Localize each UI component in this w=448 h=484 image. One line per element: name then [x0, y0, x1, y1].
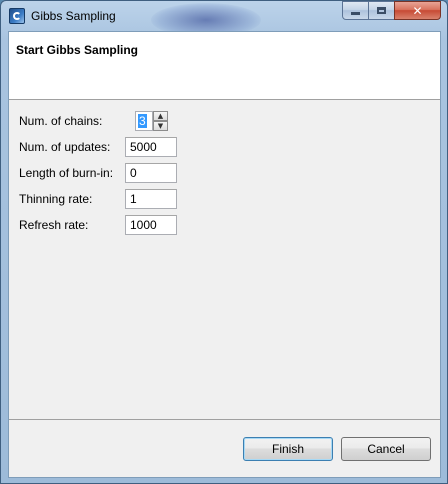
dialog-window: Gibbs Sampling ✕ Start Gibbs Sampling Nu…: [0, 0, 448, 484]
updates-row: Num. of updates: 5000: [19, 137, 189, 157]
spinner-down-button[interactable]: ▼: [153, 121, 168, 131]
thinning-row: Thinning rate: 1: [19, 189, 189, 209]
maximize-icon: [377, 7, 386, 14]
title-bar[interactable]: Gibbs Sampling ✕: [1, 1, 447, 37]
chains-label: Num. of chains:: [19, 114, 103, 128]
updates-label: Num. of updates:: [19, 140, 111, 154]
finish-button[interactable]: Finish: [243, 437, 333, 461]
page-title: Start Gibbs Sampling: [16, 43, 139, 57]
minimize-icon: [351, 12, 360, 15]
refresh-input[interactable]: 1000: [125, 215, 177, 235]
refresh-row: Refresh rate: 1000: [19, 215, 189, 235]
close-button[interactable]: ✕: [394, 1, 441, 20]
cancel-button[interactable]: Cancel: [341, 437, 431, 461]
burnin-row: Length of burn-in: 0: [19, 163, 189, 183]
thinning-input[interactable]: 1: [125, 189, 177, 209]
chevron-up-icon: ▲: [157, 112, 164, 120]
dialog-client-area: Start Gibbs Sampling Num. of chains: 3 ▲…: [8, 31, 441, 478]
header-banner: Start Gibbs Sampling: [9, 32, 440, 100]
close-icon: ✕: [412, 3, 423, 18]
thinning-label: Thinning rate:: [19, 192, 93, 206]
chains-row: Num. of chains: 3 ▲ ▼: [19, 111, 179, 131]
footer-divider: [9, 419, 440, 420]
window-title: Gibbs Sampling: [31, 9, 116, 23]
minimize-button[interactable]: [342, 1, 369, 20]
updates-input[interactable]: 5000: [125, 137, 177, 157]
chains-spinner-input[interactable]: 3: [135, 111, 153, 131]
spinner-up-button[interactable]: ▲: [153, 111, 168, 121]
maximize-button[interactable]: [368, 1, 395, 20]
app-icon[interactable]: [9, 8, 25, 24]
chevron-down-icon: ▼: [157, 122, 164, 130]
burnin-input[interactable]: 0: [125, 163, 177, 183]
burnin-label: Length of burn-in:: [19, 166, 114, 180]
chains-value: 3: [138, 114, 147, 128]
refresh-label: Refresh rate:: [19, 218, 89, 232]
